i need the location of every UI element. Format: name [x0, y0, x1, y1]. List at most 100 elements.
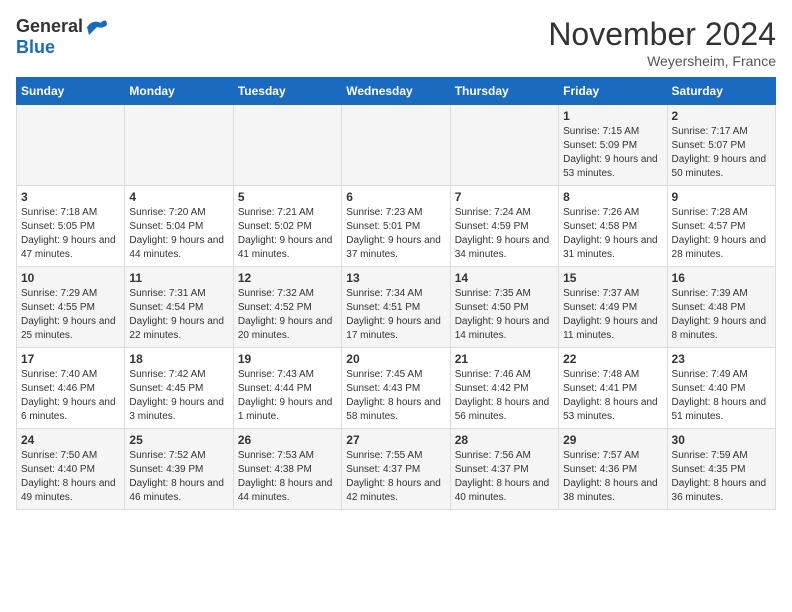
- calendar-cell: 29 Sunrise: 7:57 AM Sunset: 4:36 PM Dayli…: [559, 429, 667, 510]
- col-saturday: Saturday: [667, 78, 775, 105]
- day-info: Sunrise: 7:40 AM Sunset: 4:46 PM Dayligh…: [21, 368, 120, 424]
- calendar-cell: 10 Sunrise: 7:29 AM Sunset: 4:55 PM Dayli…: [17, 267, 125, 348]
- title-section: November 2024 Weyersheim, France: [548, 16, 776, 69]
- col-monday: Monday: [125, 78, 233, 105]
- calendar-cell: 24Sunrise: 7:50 AM Sunset: 4:40 PM Dayli…: [17, 429, 125, 510]
- day-number: 18: [129, 352, 228, 366]
- calendar-cell: 9 Sunrise: 7:28 AM Sunset: 4:57 PM Daylig…: [667, 186, 775, 267]
- day-number: 4: [129, 190, 228, 204]
- calendar-cell: 2Sunrise: 7:17 AM Sunset: 5:07 PM Daylig…: [667, 105, 775, 186]
- calendar-cell: 30Sunrise: 7:59 AM Sunset: 4:35 PM Dayli…: [667, 429, 775, 510]
- month-title: November 2024: [548, 16, 776, 53]
- calendar-body: 1 Sunrise: 7:15 AM Sunset: 5:09 PM Daylig…: [17, 105, 776, 510]
- day-info: Sunrise: 7:15 AM Sunset: 5:09 PM Dayligh…: [563, 125, 662, 181]
- day-number: 7: [455, 190, 554, 204]
- day-info: Sunrise: 7:53 AM Sunset: 4:38 PM Dayligh…: [238, 449, 337, 505]
- calendar-week-row: 10 Sunrise: 7:29 AM Sunset: 4:55 PM Dayli…: [17, 267, 776, 348]
- day-number: 6: [346, 190, 445, 204]
- day-number: 28: [455, 433, 554, 447]
- day-info: Sunrise: 7:43 AM Sunset: 4:44 PM Dayligh…: [238, 368, 337, 424]
- calendar-cell: 12 Sunrise: 7:32 AM Sunset: 4:52 PM Dayli…: [233, 267, 341, 348]
- day-number: 9: [672, 190, 771, 204]
- day-info: Sunrise: 7:45 AM Sunset: 4:43 PM Dayligh…: [346, 368, 445, 424]
- calendar-cell: [450, 105, 558, 186]
- calendar-cell: 18 Sunrise: 7:42 AM Sunset: 4:45 PM Dayli…: [125, 348, 233, 429]
- day-number: 20: [346, 352, 445, 366]
- calendar-cell: 11 Sunrise: 7:31 AM Sunset: 4:54 PM Dayli…: [125, 267, 233, 348]
- day-number: 3: [21, 190, 120, 204]
- logo-blue-text: Blue: [16, 37, 55, 58]
- days-of-week-row: Sunday Monday Tuesday Wednesday Thursday…: [17, 78, 776, 105]
- calendar-cell: 15Sunrise: 7:37 AM Sunset: 4:49 PM Dayli…: [559, 267, 667, 348]
- day-info: Sunrise: 7:24 AM Sunset: 4:59 PM Dayligh…: [455, 206, 554, 262]
- day-info: Sunrise: 7:29 AM Sunset: 4:55 PM Dayligh…: [21, 287, 120, 343]
- day-number: 21: [455, 352, 554, 366]
- day-number: 26: [238, 433, 337, 447]
- day-number: 23: [672, 352, 771, 366]
- day-info: Sunrise: 7:35 AM Sunset: 4:50 PM Dayligh…: [455, 287, 554, 343]
- day-info: Sunrise: 7:57 AM Sunset: 4:36 PM Dayligh…: [563, 449, 662, 505]
- calendar-week-row: 3Sunrise: 7:18 AM Sunset: 5:05 PM Daylig…: [17, 186, 776, 267]
- col-sunday: Sunday: [17, 78, 125, 105]
- day-info: Sunrise: 7:28 AM Sunset: 4:57 PM Dayligh…: [672, 206, 771, 262]
- calendar-cell: [17, 105, 125, 186]
- calendar-cell: 17 Sunrise: 7:40 AM Sunset: 4:46 PM Dayli…: [17, 348, 125, 429]
- day-number: 24: [21, 433, 120, 447]
- calendar-table: Sunday Monday Tuesday Wednesday Thursday…: [16, 77, 776, 510]
- calendar-cell: [233, 105, 341, 186]
- calendar-cell: 26 Sunrise: 7:53 AM Sunset: 4:38 PM Dayli…: [233, 429, 341, 510]
- calendar-cell: 5 Sunrise: 7:21 AM Sunset: 5:02 PM Daylig…: [233, 186, 341, 267]
- day-info: Sunrise: 7:31 AM Sunset: 4:54 PM Dayligh…: [129, 287, 228, 343]
- day-number: 22: [563, 352, 662, 366]
- day-number: 8: [563, 190, 662, 204]
- location-label: Weyersheim, France: [548, 53, 776, 69]
- calendar-cell: 7 Sunrise: 7:24 AM Sunset: 4:59 PM Daylig…: [450, 186, 558, 267]
- col-friday: Friday: [559, 78, 667, 105]
- calendar-cell: 16Sunrise: 7:39 AM Sunset: 4:48 PM Dayli…: [667, 267, 775, 348]
- logo-bird-icon: [85, 17, 109, 37]
- day-info: Sunrise: 7:42 AM Sunset: 4:45 PM Dayligh…: [129, 368, 228, 424]
- day-number: 16: [672, 271, 771, 285]
- day-info: Sunrise: 7:32 AM Sunset: 4:52 PM Dayligh…: [238, 287, 337, 343]
- calendar-cell: 21 Sunrise: 7:46 AM Sunset: 4:42 PM Dayli…: [450, 348, 558, 429]
- day-info: Sunrise: 7:56 AM Sunset: 4:37 PM Dayligh…: [455, 449, 554, 505]
- day-info: Sunrise: 7:52 AM Sunset: 4:39 PM Dayligh…: [129, 449, 228, 505]
- day-info: Sunrise: 7:46 AM Sunset: 4:42 PM Dayligh…: [455, 368, 554, 424]
- day-number: 15: [563, 271, 662, 285]
- calendar-cell: [342, 105, 450, 186]
- day-info: Sunrise: 7:23 AM Sunset: 5:01 PM Dayligh…: [346, 206, 445, 262]
- day-info: Sunrise: 7:34 AM Sunset: 4:51 PM Dayligh…: [346, 287, 445, 343]
- day-number: 14: [455, 271, 554, 285]
- day-number: 19: [238, 352, 337, 366]
- day-info: Sunrise: 7:48 AM Sunset: 4:41 PM Dayligh…: [563, 368, 662, 424]
- day-number: 5: [238, 190, 337, 204]
- day-number: 17: [21, 352, 120, 366]
- day-number: 29: [563, 433, 662, 447]
- calendar-week-row: 24Sunrise: 7:50 AM Sunset: 4:40 PM Dayli…: [17, 429, 776, 510]
- calendar-cell: 8Sunrise: 7:26 AM Sunset: 4:58 PM Daylig…: [559, 186, 667, 267]
- day-number: 12: [238, 271, 337, 285]
- calendar-cell: 27 Sunrise: 7:55 AM Sunset: 4:37 PM Dayli…: [342, 429, 450, 510]
- calendar-cell: 6 Sunrise: 7:23 AM Sunset: 5:01 PM Daylig…: [342, 186, 450, 267]
- day-number: 10: [21, 271, 120, 285]
- calendar-cell: 23 Sunrise: 7:49 AM Sunset: 4:40 PM Dayli…: [667, 348, 775, 429]
- day-number: 1: [563, 109, 662, 123]
- calendar-cell: [125, 105, 233, 186]
- day-info: Sunrise: 7:21 AM Sunset: 5:02 PM Dayligh…: [238, 206, 337, 262]
- logo-general-text: General: [16, 16, 83, 37]
- calendar-week-row: 17 Sunrise: 7:40 AM Sunset: 4:46 PM Dayli…: [17, 348, 776, 429]
- calendar-cell: 4Sunrise: 7:20 AM Sunset: 5:04 PM Daylig…: [125, 186, 233, 267]
- calendar-cell: 13 Sunrise: 7:34 AM Sunset: 4:51 PM Dayli…: [342, 267, 450, 348]
- day-number: 25: [129, 433, 228, 447]
- day-number: 13: [346, 271, 445, 285]
- day-number: 11: [129, 271, 228, 285]
- day-info: Sunrise: 7:49 AM Sunset: 4:40 PM Dayligh…: [672, 368, 771, 424]
- calendar-cell: 28 Sunrise: 7:56 AM Sunset: 4:37 PM Dayli…: [450, 429, 558, 510]
- calendar-cell: 25 Sunrise: 7:52 AM Sunset: 4:39 PM Dayli…: [125, 429, 233, 510]
- logo: General Blue: [16, 16, 109, 58]
- day-info: Sunrise: 7:55 AM Sunset: 4:37 PM Dayligh…: [346, 449, 445, 505]
- page-header: General Blue November 2024 Weyersheim, F…: [16, 16, 776, 69]
- day-info: Sunrise: 7:17 AM Sunset: 5:07 PM Dayligh…: [672, 125, 771, 181]
- calendar-header: Sunday Monday Tuesday Wednesday Thursday…: [17, 78, 776, 105]
- day-number: 27: [346, 433, 445, 447]
